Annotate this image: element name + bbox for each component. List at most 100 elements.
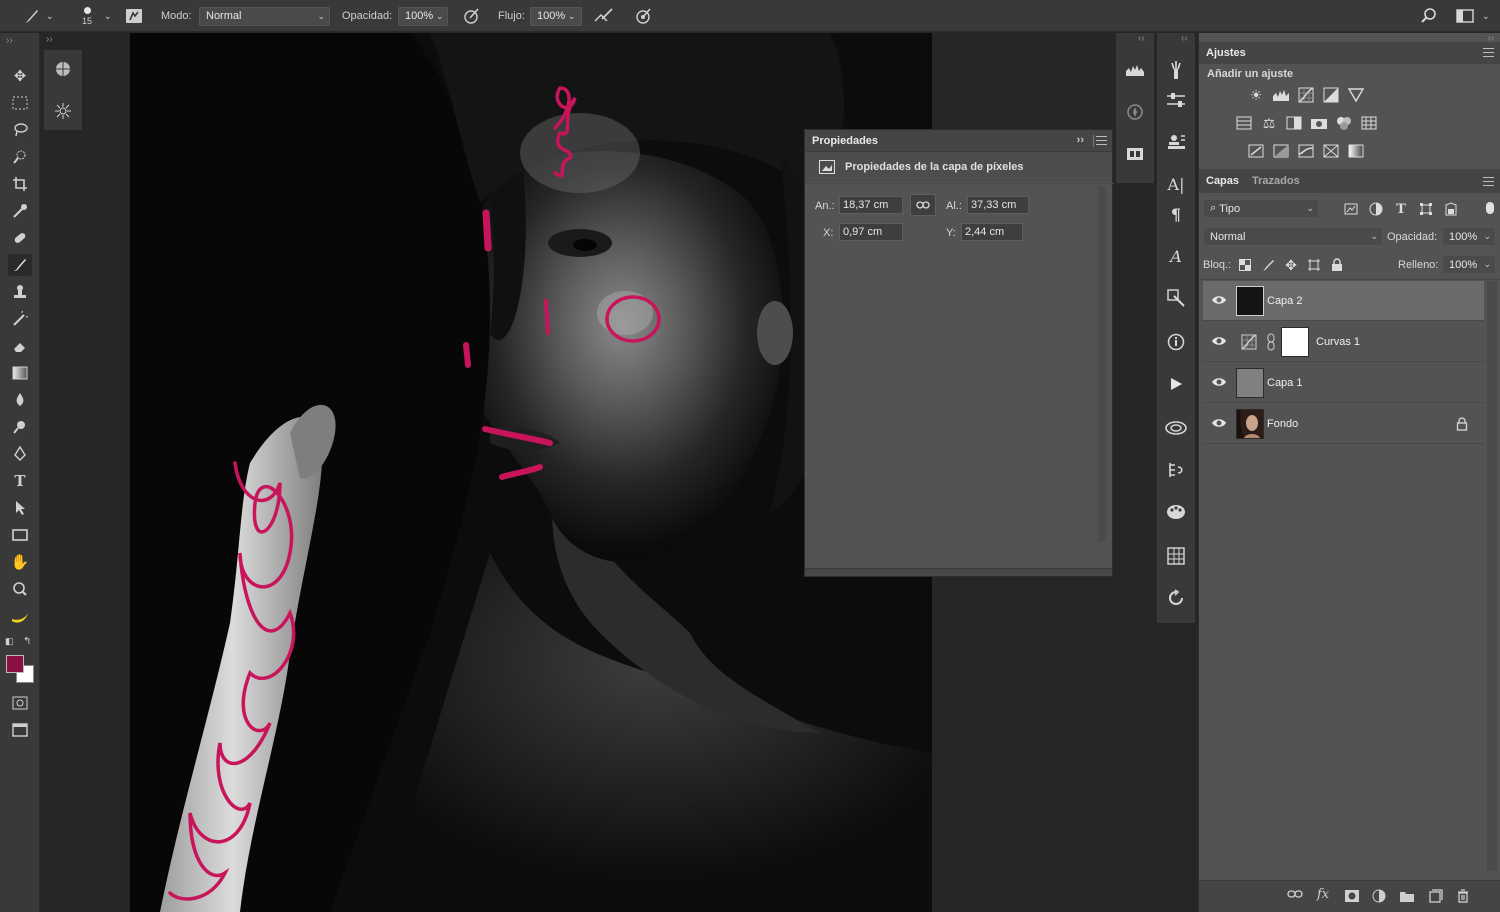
brush-size-picker[interactable]: 15 xyxy=(82,0,92,32)
layer-style-fx-icon[interactable]: fx xyxy=(1317,887,1329,902)
libraries-icon[interactable] xyxy=(1165,417,1187,439)
brightness-contrast-icon[interactable]: ☀ xyxy=(1247,87,1265,103)
grid-table-icon[interactable] xyxy=(1165,545,1187,567)
link-layers-icon[interactable] xyxy=(1287,889,1303,899)
swap-colors-icon[interactable]: ↰ xyxy=(23,636,31,647)
visibility-eye-icon[interactable] xyxy=(1211,335,1227,347)
layers-scrollbar[interactable] xyxy=(1487,281,1497,871)
gradient-tool-icon[interactable] xyxy=(8,362,32,384)
visibility-eye-icon[interactable] xyxy=(1211,294,1227,306)
pressure-size-icon[interactable] xyxy=(634,0,654,32)
healing-brush-tool-icon[interactable] xyxy=(8,227,32,249)
layer-row-curvas-1[interactable]: Curvas 1 xyxy=(1203,322,1484,362)
posterize-icon[interactable] xyxy=(1272,143,1290,159)
filter-smart-object-icon[interactable] xyxy=(1442,201,1460,217)
new-group-folder-icon[interactable] xyxy=(1399,889,1415,903)
fill-input[interactable]: 100% ⌄ xyxy=(1442,255,1496,274)
filter-type-icon[interactable]: T xyxy=(1392,201,1410,217)
opacity-chevron-icon[interactable]: ⌄ xyxy=(436,0,444,32)
properties-resize-handle[interactable] xyxy=(805,568,1112,576)
lock-all-icon[interactable] xyxy=(1328,257,1346,273)
hue-saturation-icon[interactable] xyxy=(1235,115,1253,131)
new-fill-adjustment-icon[interactable] xyxy=(1372,889,1386,903)
lock-position-icon[interactable]: ✥ xyxy=(1282,257,1300,273)
layer-row-capa-1[interactable]: Capa 1 xyxy=(1203,363,1484,403)
tool-preset-chevron-icon[interactable]: ⌄ xyxy=(46,0,54,32)
properties-scrollbar[interactable] xyxy=(1098,186,1106,542)
workspace-chevron-icon[interactable]: ⌄ xyxy=(1482,0,1490,32)
history-icon[interactable] xyxy=(1165,587,1187,609)
actions-play-icon[interactable] xyxy=(1165,373,1187,395)
lock-image-pixels-icon[interactable] xyxy=(1260,257,1278,273)
dodge-tool-icon[interactable] xyxy=(8,416,32,438)
3d-light-icon[interactable] xyxy=(52,100,74,122)
color-palette-icon[interactable] xyxy=(1165,501,1187,523)
black-white-icon[interactable] xyxy=(1285,115,1303,131)
panel-menu-icon[interactable] xyxy=(1096,136,1107,145)
layer-name[interactable]: Capa 2 xyxy=(1267,295,1302,307)
height-input[interactable]: 37,33 cm xyxy=(967,196,1029,214)
rectangle-tool-icon[interactable] xyxy=(8,524,32,546)
airbrush-icon[interactable] xyxy=(593,0,615,32)
layer-opacity-input[interactable]: 100% ⌄ xyxy=(1442,227,1496,246)
clone-source-icon[interactable] xyxy=(1165,131,1187,153)
brush-picker-chevron-icon[interactable]: ⌄ xyxy=(104,0,112,32)
clone-stamp-tool-icon[interactable] xyxy=(8,281,32,303)
tab-adjustments[interactable]: Ajustes xyxy=(1206,47,1246,59)
lasso-tool-icon[interactable] xyxy=(8,119,32,141)
mask-link-icon[interactable] xyxy=(1267,333,1275,354)
gradient-map-icon[interactable] xyxy=(1347,143,1365,159)
invert-icon[interactable] xyxy=(1247,143,1265,159)
layer-comps-icon[interactable] xyxy=(1165,459,1187,481)
collapse-dock2-icon[interactable]: ‹‹ xyxy=(1181,33,1188,44)
visibility-eye-icon[interactable] xyxy=(1211,376,1227,388)
layer-name[interactable]: Capa 1 xyxy=(1267,377,1302,389)
curves-adjustment-icon[interactable] xyxy=(1297,87,1315,103)
filter-toggle-switch[interactable] xyxy=(1486,202,1494,214)
quick-mask-icon[interactable] xyxy=(8,692,32,714)
width-input[interactable]: 18,37 cm xyxy=(839,196,903,214)
quick-selection-tool-icon[interactable] xyxy=(8,146,32,168)
tab-paths[interactable]: Trazados xyxy=(1252,175,1300,187)
layer-blend-mode-select[interactable]: Normal ⌄ xyxy=(1203,227,1383,246)
y-input[interactable]: 2,44 cm xyxy=(961,223,1023,241)
search-icon[interactable] xyxy=(1420,0,1438,32)
type-tool-icon[interactable]: T xyxy=(8,470,32,492)
banana-icon[interactable] xyxy=(8,607,32,629)
color-lookup-icon[interactable] xyxy=(1360,115,1378,131)
lock-artboard-icon[interactable] xyxy=(1305,257,1323,273)
flow-chevron-icon[interactable]: ⌄ xyxy=(568,0,576,32)
brush-settings-icon[interactable] xyxy=(1165,89,1187,111)
threshold-icon[interactable] xyxy=(1297,143,1315,159)
layer-filter-select[interactable]: ⌕ Tipo ⌄ xyxy=(1203,199,1319,218)
blur-tool-icon[interactable] xyxy=(8,389,32,411)
zoom-tool-icon[interactable] xyxy=(8,578,32,600)
layer-name[interactable]: Curvas 1 xyxy=(1316,336,1360,348)
vibrance-icon[interactable] xyxy=(1347,87,1365,103)
paragraph-icon[interactable]: ¶ xyxy=(1165,203,1187,225)
path-selection-tool-icon[interactable] xyxy=(8,497,32,519)
brush-tool-icon[interactable] xyxy=(22,0,42,32)
tool-presets-icon[interactable] xyxy=(1165,287,1187,309)
layer-row-capa-2[interactable]: Capa 2 xyxy=(1203,281,1484,321)
selective-color-icon[interactable] xyxy=(1322,143,1340,159)
foreground-color-swatch[interactable] xyxy=(6,655,24,673)
channel-mixer-icon[interactable] xyxy=(1335,115,1353,131)
visibility-eye-icon[interactable] xyxy=(1211,417,1227,429)
pressure-opacity-icon[interactable] xyxy=(462,0,482,32)
layer-lock-icon[interactable] xyxy=(1456,417,1468,431)
swatches-icon[interactable] xyxy=(1124,143,1146,165)
info-icon[interactable] xyxy=(1165,331,1187,353)
levels-icon[interactable] xyxy=(1272,87,1290,103)
histogram-icon[interactable] xyxy=(1124,59,1146,81)
marquee-tool-icon[interactable] xyxy=(8,92,32,114)
tab-layers[interactable]: Capas xyxy=(1206,175,1239,187)
workspace-icon[interactable] xyxy=(1456,0,1474,32)
3d-object-icon[interactable] xyxy=(52,58,74,80)
color-balance-icon[interactable]: ⚖ xyxy=(1260,115,1278,131)
blend-mode-select[interactable]: Normal ⌄ xyxy=(199,6,330,26)
pen-tool-icon[interactable] xyxy=(8,443,32,465)
add-mask-icon[interactable] xyxy=(1344,889,1360,903)
delete-layer-trash-icon[interactable] xyxy=(1457,889,1469,903)
glyphs-icon[interactable]: A xyxy=(1165,245,1187,267)
